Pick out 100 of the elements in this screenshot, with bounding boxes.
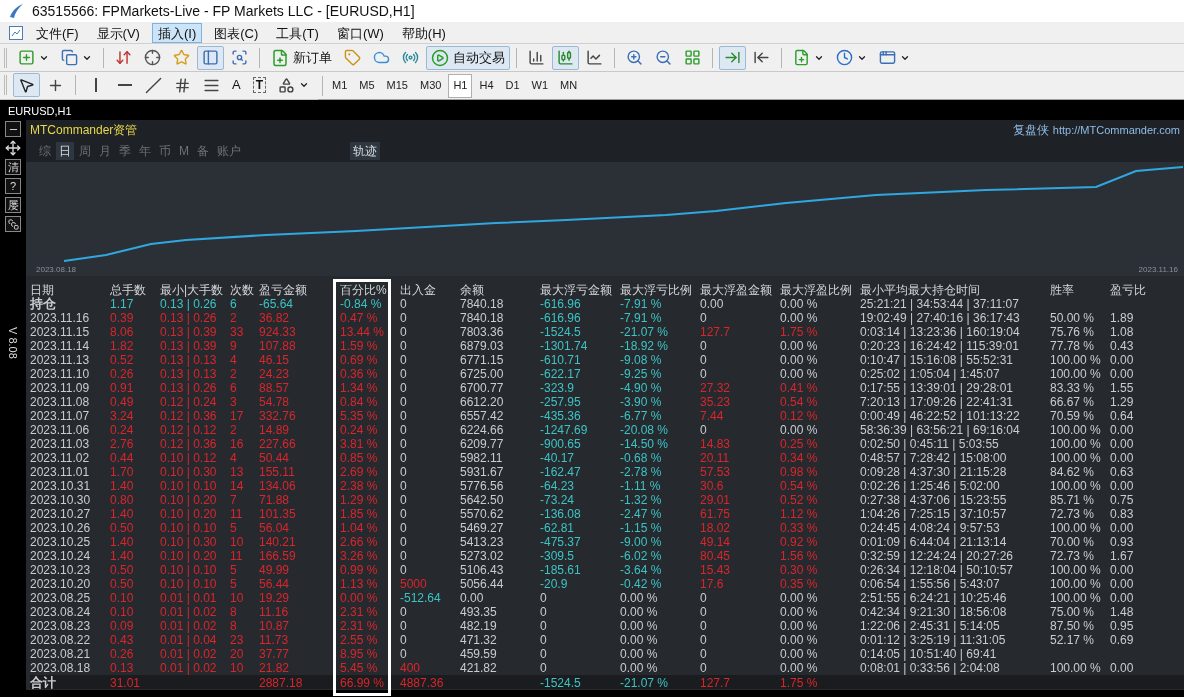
table-cell: 13 — [230, 465, 244, 479]
column-header: 日期 — [30, 283, 54, 297]
toolbar-button[interactable]: 新订单 — [266, 45, 337, 70]
timeframe-button[interactable]: H1 — [448, 73, 473, 98]
table-cell: 0.01 | 0.04 — [160, 633, 217, 647]
timeframe-button[interactable]: MN — [555, 73, 583, 98]
table-cell: 0.98 % — [780, 465, 818, 479]
table-cell: -21.07 % — [620, 676, 669, 690]
table-cell: -1301.74 — [540, 339, 588, 353]
table-cell: 0.52 — [110, 353, 134, 367]
table-cell: 0.10 | 0.10 — [160, 563, 217, 577]
axis-label: 2023.11.16 — [1138, 264, 1178, 276]
table-cell: 56.44 — [259, 577, 290, 591]
table-cell: 0.00 % — [620, 619, 658, 633]
table-cell: 140.21 — [259, 535, 296, 549]
row-label: 2023.11.15 — [30, 325, 90, 339]
timeframe-button[interactable]: W1 — [526, 73, 554, 98]
table-cell: 0 — [400, 339, 407, 353]
table-cell: 0.13 | 0.39 — [160, 325, 217, 339]
row-label: 2023.10.25 — [30, 535, 91, 549]
table-cell: 7 — [230, 493, 237, 507]
period-tab[interactable]: 日 — [56, 142, 74, 160]
timeframe-button[interactable]: H4 — [474, 73, 499, 98]
table-cell: 0 — [400, 437, 407, 451]
row-label: 2023.10.24 — [30, 549, 91, 563]
table-cell: 0.00 — [1110, 479, 1134, 493]
panel-side-button[interactable]: 清 — [5, 159, 21, 175]
table-cell: 0.09 — [110, 619, 134, 633]
table-cell: 85.71 % — [1050, 493, 1095, 507]
table-cell: 0.10 | 0.20 — [160, 549, 217, 563]
table-cell: 1.40 — [110, 507, 134, 521]
table-cell: 0:02:26 | 1:25:46 | 5:02:00 — [860, 479, 1000, 493]
table-cell: -309.5 — [540, 549, 575, 563]
menu-item[interactable]: 文件(F) — [30, 22, 85, 43]
row-label: 持仓 — [30, 296, 56, 311]
table-cell: 83.33 % — [1050, 381, 1095, 395]
table-cell: 0:20:23 | 16:24:42 | 115:39:01 — [860, 339, 1019, 353]
table-cell: -0.68 % — [620, 451, 662, 465]
website-link[interactable]: http://MTCommander.com — [1052, 121, 1180, 139]
restore-button[interactable] — [5, 216, 21, 232]
table-cell: 1.89 — [1110, 311, 1134, 325]
timeframe-button[interactable]: M30 — [415, 73, 447, 98]
table-cell: 0.00 % — [780, 339, 818, 353]
table-cell: 0 — [700, 619, 707, 633]
table-cell: 0 — [540, 591, 547, 605]
table-cell: 1.40 — [110, 535, 134, 549]
timeframe-button[interactable]: M5 — [354, 73, 380, 98]
menu-item[interactable]: 窗口(W) — [330, 22, 390, 43]
menu-item[interactable]: 工具(T) — [270, 22, 325, 43]
table-cell: 0 — [700, 647, 707, 661]
text-tool-button[interactable]: A — [227, 73, 246, 97]
menu-item[interactable]: 显示(V) — [90, 22, 146, 43]
table-cell: 8.06 — [110, 325, 134, 339]
minimize-button[interactable] — [5, 121, 21, 137]
table-cell: 0.00 % — [340, 591, 378, 605]
panel-side-button[interactable]: ? — [5, 178, 21, 194]
column-header: 百分比% — [340, 283, 387, 297]
table-cell: 5413.23 — [460, 535, 504, 549]
table-cell: 0 — [700, 367, 707, 381]
toolbar-button[interactable]: 自动交易 — [426, 45, 510, 70]
table-cell: 8 — [230, 605, 237, 619]
signal-icon — [402, 49, 419, 66]
cloud-icon — [373, 49, 390, 66]
table-cell: 0.00 % — [780, 619, 818, 633]
table-cell: -6.02 % — [620, 549, 662, 563]
menu-item[interactable]: 插入(I) — [151, 22, 203, 43]
table-cell: 5982.11 — [460, 451, 503, 465]
row-label: 2023.11.14 — [30, 339, 90, 353]
move-button[interactable] — [5, 140, 21, 156]
menu-item[interactable]: 图表(C) — [208, 22, 265, 43]
column-header: 余额 — [460, 283, 484, 297]
table-cell: 0.00 % — [780, 423, 818, 437]
timeframe-button[interactable]: M1 — [327, 73, 353, 98]
toolbar-button[interactable] — [13, 73, 40, 97]
menu-item[interactable]: 帮助(H) — [395, 22, 452, 43]
row-label: 2023.10.27 — [30, 507, 91, 521]
table-cell: 0.01 | 0.02 — [160, 661, 217, 675]
table-cell: 100.00 % — [1050, 437, 1101, 451]
table-cell: 5642.50 — [460, 493, 504, 507]
table-cell: 0 — [400, 409, 407, 423]
timeframe-button[interactable]: D1 — [500, 73, 525, 98]
table-cell: 5 — [230, 521, 237, 535]
row-label: 2023.11.16 — [30, 311, 90, 325]
track-button[interactable]: 轨迹 — [350, 142, 380, 160]
bar-chart-icon — [528, 49, 545, 66]
table-cell: 0.43 — [110, 633, 134, 647]
table-cell: 1.13 % — [340, 577, 378, 591]
table-cell: -475.37 — [540, 535, 581, 549]
axis-label: 2023.08.18 — [36, 264, 77, 276]
table-cell: 66.99 % — [340, 676, 385, 690]
table-cell: -7.91 % — [620, 297, 662, 311]
panel-side-button[interactable]: 屡 — [5, 197, 21, 213]
table-cell: 6771.15 — [460, 353, 504, 367]
label-tool-button[interactable]: T — [247, 73, 271, 97]
star-icon — [173, 49, 190, 66]
table-cell: 100.00 % — [1050, 563, 1101, 577]
row-label: 2023.11.02 — [30, 451, 90, 465]
timeframe-button[interactable]: M15 — [381, 73, 413, 98]
column-header: 出入金 — [400, 283, 436, 297]
table-cell: -616.96 — [540, 311, 581, 325]
